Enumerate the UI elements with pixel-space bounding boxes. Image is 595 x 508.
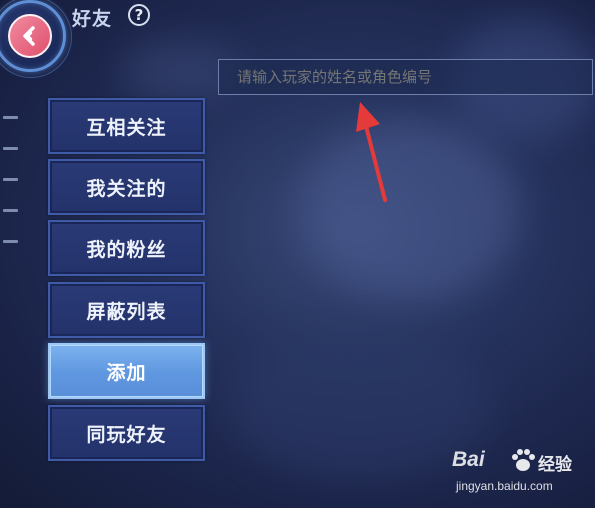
watermark-url: jingyan.baidu.com [456, 479, 553, 493]
background-blur [230, 330, 490, 480]
menu-button-block-list[interactable]: 屏蔽列表 [48, 282, 205, 338]
side-dash [3, 240, 18, 243]
watermark-logo: Bai [452, 448, 485, 471]
search-input[interactable] [218, 59, 593, 95]
side-dash [3, 116, 18, 119]
paw-icon [512, 449, 535, 471]
side-dash [3, 178, 18, 181]
back-chevron-icon [8, 14, 52, 58]
baidu-jingyan-watermark: Bai 经验 jingyan.baidu.com [452, 448, 582, 498]
side-dash [3, 147, 18, 150]
watermark-jingyan: 经验 [538, 455, 572, 475]
help-button[interactable]: ? [128, 4, 150, 26]
side-dash [3, 209, 18, 212]
menu-button-add[interactable]: 添加 [48, 343, 205, 399]
menu-button-mutual-follow[interactable]: 互相关注 [48, 98, 205, 154]
background-blur [300, 120, 520, 300]
menu-button-following[interactable]: 我关注的 [48, 159, 205, 215]
menu-button-fans[interactable]: 我的粉丝 [48, 220, 205, 276]
annotation-arrow-icon [356, 102, 387, 202]
menu-button-played-together[interactable]: 同玩好友 [48, 405, 205, 461]
page-title: 好友 [72, 8, 113, 30]
